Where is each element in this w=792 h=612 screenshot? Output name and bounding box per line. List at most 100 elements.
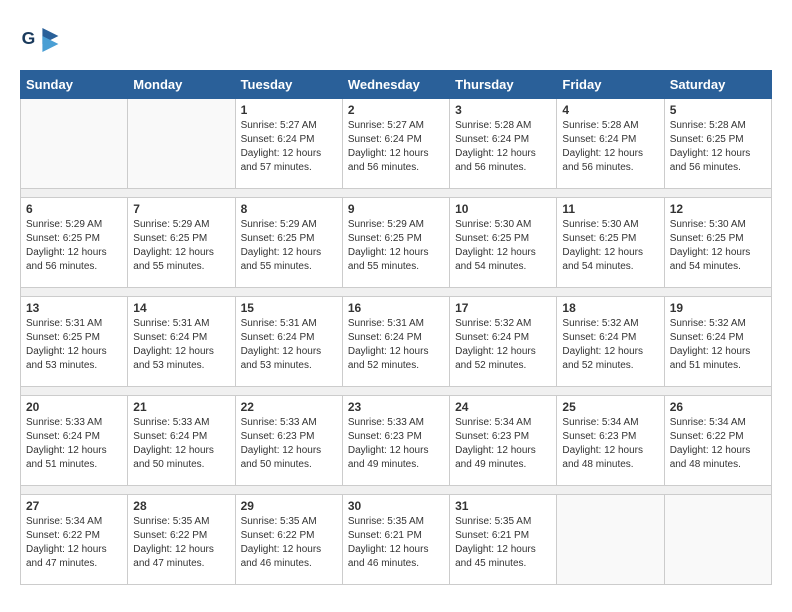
- calendar-table: SundayMondayTuesdayWednesdayThursdayFrid…: [20, 70, 772, 585]
- day-cell: 7Sunrise: 5:29 AM Sunset: 6:25 PM Daylig…: [128, 198, 235, 288]
- header-cell-monday: Monday: [128, 71, 235, 99]
- day-number: 11: [562, 202, 658, 216]
- day-cell: 21 Sunrise: 5:33 AM Sunset: 6:24 PM Dayli…: [128, 396, 235, 486]
- day-number: 30: [348, 499, 444, 513]
- day-info: Sunrise: 5:35 AM Sunset: 6:21 PM Dayligh…: [455, 515, 551, 571]
- day-info: Sunrise: 5:35 AM Sunset: 6:22 PM Dayligh…: [241, 515, 337, 571]
- day-info: Sunrise: 5:35 AM Sunset: 6:21 PM Dayligh…: [348, 515, 444, 571]
- day-cell: 12 Sunrise: 5:30 AM Sunset: 6:25 PM Dayli…: [664, 198, 771, 288]
- day-info: Sunrise: 5:30 AM Sunset: 6:25 PM Dayligh…: [455, 218, 551, 274]
- day-info: Sunrise: 5:32 AM Sunset: 6:24 PM Dayligh…: [670, 317, 766, 373]
- day-number: 10: [455, 202, 551, 216]
- day-cell: 11 Sunrise: 5:30 AM Sunset: 6:25 PM Dayli…: [557, 198, 664, 288]
- day-cell: 31 Sunrise: 5:35 AM Sunset: 6:21 PM Dayli…: [450, 495, 557, 585]
- day-cell: [557, 495, 664, 585]
- day-number: 5: [670, 103, 766, 117]
- day-info: Sunrise: 5:28 AM Sunset: 6:24 PM Dayligh…: [455, 119, 551, 175]
- day-info: Sunrise: 5:27 AM Sunset: 6:24 PM Dayligh…: [241, 119, 337, 175]
- day-cell: 23Sunrise: 5:33 AM Sunset: 6:23 PM Dayli…: [342, 396, 449, 486]
- header-cell-saturday: Saturday: [664, 71, 771, 99]
- separator-cell: [21, 486, 772, 495]
- day-number: 21: [133, 400, 229, 414]
- day-number: 6: [26, 202, 122, 216]
- page-header: G: [20, 20, 772, 60]
- day-number: 27: [26, 499, 122, 513]
- day-cell: 15Sunrise: 5:31 AM Sunset: 6:24 PM Dayli…: [235, 297, 342, 387]
- day-number: 7: [133, 202, 229, 216]
- day-number: 8: [241, 202, 337, 216]
- day-number: 31: [455, 499, 551, 513]
- day-info: Sunrise: 5:32 AM Sunset: 6:24 PM Dayligh…: [562, 317, 658, 373]
- day-cell: 27 Sunrise: 5:34 AM Sunset: 6:22 PM Dayli…: [21, 495, 128, 585]
- day-info: Sunrise: 5:31 AM Sunset: 6:24 PM Dayligh…: [133, 317, 229, 373]
- header-cell-thursday: Thursday: [450, 71, 557, 99]
- day-number: 28: [133, 499, 229, 513]
- day-number: 18: [562, 301, 658, 315]
- day-cell: 17 Sunrise: 5:32 AM Sunset: 6:24 PM Dayli…: [450, 297, 557, 387]
- header-cell-tuesday: Tuesday: [235, 71, 342, 99]
- day-info: Sunrise: 5:34 AM Sunset: 6:23 PM Dayligh…: [562, 416, 658, 472]
- separator-row: [21, 189, 772, 198]
- day-info: Sunrise: 5:30 AM Sunset: 6:25 PM Dayligh…: [670, 218, 766, 274]
- day-info: Sunrise: 5:35 AM Sunset: 6:22 PM Dayligh…: [133, 515, 229, 571]
- separator-cell: [21, 189, 772, 198]
- separator-row: [21, 387, 772, 396]
- day-info: Sunrise: 5:33 AM Sunset: 6:24 PM Dayligh…: [26, 416, 122, 472]
- day-cell: 8 Sunrise: 5:29 AM Sunset: 6:25 PM Daylig…: [235, 198, 342, 288]
- day-cell: 19 Sunrise: 5:32 AM Sunset: 6:24 PM Dayli…: [664, 297, 771, 387]
- day-cell: 6 Sunrise: 5:29 AM Sunset: 6:25 PM Daylig…: [21, 198, 128, 288]
- day-cell: 30 Sunrise: 5:35 AM Sunset: 6:21 PM Dayli…: [342, 495, 449, 585]
- day-number: 17: [455, 301, 551, 315]
- week-row-4: 20 Sunrise: 5:33 AM Sunset: 6:24 PM Dayli…: [21, 396, 772, 486]
- separator-cell: [21, 288, 772, 297]
- logo-icon: G: [20, 20, 60, 60]
- day-cell: 14Sunrise: 5:31 AM Sunset: 6:24 PM Dayli…: [128, 297, 235, 387]
- day-cell: [664, 495, 771, 585]
- day-info: Sunrise: 5:32 AM Sunset: 6:24 PM Dayligh…: [455, 317, 551, 373]
- day-info: Sunrise: 5:33 AM Sunset: 6:23 PM Dayligh…: [241, 416, 337, 472]
- day-info: Sunrise: 5:28 AM Sunset: 6:24 PM Dayligh…: [562, 119, 658, 175]
- day-info: Sunrise: 5:33 AM Sunset: 6:24 PM Dayligh…: [133, 416, 229, 472]
- day-number: 1: [241, 103, 337, 117]
- day-cell: 1 Sunrise: 5:27 AM Sunset: 6:24 PM Daylig…: [235, 99, 342, 189]
- week-row-5: 27 Sunrise: 5:34 AM Sunset: 6:22 PM Dayli…: [21, 495, 772, 585]
- day-info: Sunrise: 5:29 AM Sunset: 6:25 PM Dayligh…: [26, 218, 122, 274]
- day-cell: 4 Sunrise: 5:28 AM Sunset: 6:24 PM Daylig…: [557, 99, 664, 189]
- day-cell: 5 Sunrise: 5:28 AM Sunset: 6:25 PM Daylig…: [664, 99, 771, 189]
- day-cell: 20 Sunrise: 5:33 AM Sunset: 6:24 PM Dayli…: [21, 396, 128, 486]
- day-cell: 25 Sunrise: 5:34 AM Sunset: 6:23 PM Dayli…: [557, 396, 664, 486]
- day-number: 16: [348, 301, 444, 315]
- day-info: Sunrise: 5:33 AM Sunset: 6:23 PM Dayligh…: [348, 416, 444, 472]
- day-number: 25: [562, 400, 658, 414]
- day-cell: 26Sunrise: 5:34 AM Sunset: 6:22 PM Dayli…: [664, 396, 771, 486]
- header-cell-friday: Friday: [557, 71, 664, 99]
- day-cell: 9Sunrise: 5:29 AM Sunset: 6:25 PM Daylig…: [342, 198, 449, 288]
- day-number: 2: [348, 103, 444, 117]
- day-info: Sunrise: 5:29 AM Sunset: 6:25 PM Dayligh…: [348, 218, 444, 274]
- header-row: SundayMondayTuesdayWednesdayThursdayFrid…: [21, 71, 772, 99]
- day-cell: 24Sunrise: 5:34 AM Sunset: 6:23 PM Dayli…: [450, 396, 557, 486]
- logo: G: [20, 20, 64, 60]
- day-cell: 22Sunrise: 5:33 AM Sunset: 6:23 PM Dayli…: [235, 396, 342, 486]
- day-info: Sunrise: 5:27 AM Sunset: 6:24 PM Dayligh…: [348, 119, 444, 175]
- day-info: Sunrise: 5:34 AM Sunset: 6:22 PM Dayligh…: [670, 416, 766, 472]
- day-info: Sunrise: 5:30 AM Sunset: 6:25 PM Dayligh…: [562, 218, 658, 274]
- day-info: Sunrise: 5:29 AM Sunset: 6:25 PM Dayligh…: [241, 218, 337, 274]
- separator-row: [21, 486, 772, 495]
- day-number: 20: [26, 400, 122, 414]
- day-number: 19: [670, 301, 766, 315]
- day-info: Sunrise: 5:31 AM Sunset: 6:24 PM Dayligh…: [348, 317, 444, 373]
- day-info: Sunrise: 5:34 AM Sunset: 6:22 PM Dayligh…: [26, 515, 122, 571]
- day-cell: 13Sunrise: 5:31 AM Sunset: 6:25 PM Dayli…: [21, 297, 128, 387]
- day-number: 4: [562, 103, 658, 117]
- day-cell: 10 Sunrise: 5:30 AM Sunset: 6:25 PM Dayli…: [450, 198, 557, 288]
- day-number: 15: [241, 301, 337, 315]
- day-info: Sunrise: 5:28 AM Sunset: 6:25 PM Dayligh…: [670, 119, 766, 175]
- day-cell: [128, 99, 235, 189]
- week-row-3: 13Sunrise: 5:31 AM Sunset: 6:25 PM Dayli…: [21, 297, 772, 387]
- week-row-1: 1 Sunrise: 5:27 AM Sunset: 6:24 PM Daylig…: [21, 99, 772, 189]
- day-cell: 28 Sunrise: 5:35 AM Sunset: 6:22 PM Dayli…: [128, 495, 235, 585]
- day-number: 13: [26, 301, 122, 315]
- day-number: 12: [670, 202, 766, 216]
- header-cell-sunday: Sunday: [21, 71, 128, 99]
